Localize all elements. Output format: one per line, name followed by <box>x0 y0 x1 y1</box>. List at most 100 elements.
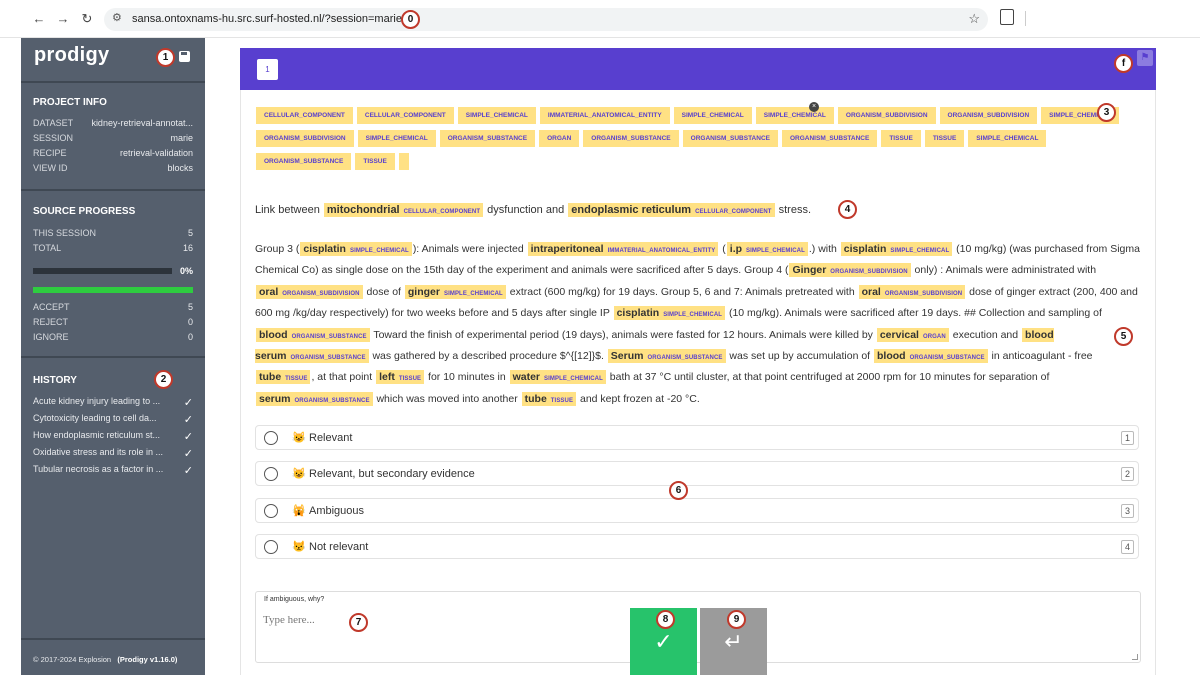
choice-relevant-secondary[interactable]: 😺 Relevant, but secondary evidence 2 <box>255 461 1139 486</box>
history-item[interactable]: Oxidative stress and its role in ... ✓ <box>33 447 193 462</box>
label-chip[interactable]: ORGANISM_SUBSTANCE <box>439 130 536 147</box>
prodigy-logo: prodigy <box>34 44 110 66</box>
label-chip[interactable]: TISSUE <box>881 130 921 147</box>
entity-label: ORGANISM_SUBSTANCE <box>294 397 370 404</box>
entity-span[interactable]: endoplasmic reticulum CELLULAR_COMPONENT <box>568 203 775 217</box>
entity-span[interactable]: blood ORGANISM_SUBSTANCE <box>256 327 370 342</box>
url-text[interactable]: sansa.ontoxnams-hu.src.surf-hosted.nl/?s… <box>132 13 402 25</box>
label-chip[interactable]: IMMATERIAL_ANATOMICAL_ENTITY <box>539 107 670 124</box>
label-chip[interactable]: TISSUE <box>355 153 395 170</box>
extensions-icon[interactable] <box>1000 9 1014 25</box>
entity-span[interactable]: i.p SIMPLE_CHEMICAL <box>726 242 808 256</box>
choice-relevant[interactable]: 😺 Relevant 1 <box>255 425 1139 450</box>
total-progress-percent: 0% <box>179 266 193 276</box>
row-value: 16 <box>182 243 193 253</box>
text-segment: dysfunction and <box>484 204 568 216</box>
address-bar[interactable]: ⚙ sansa.ontoxnams-hu.src.surf-hosted.nl/… <box>104 8 988 31</box>
ambiguous-reason-box: If ambiguous, why? <box>255 591 1141 663</box>
entity-span[interactable]: Serum ORGANISM_SUBSTANCE <box>607 349 726 364</box>
entity-label: ORGANISM_SUBSTANCE <box>909 355 985 362</box>
text-segment: Link between <box>255 204 323 216</box>
label-chip[interactable]: CELLULAR_COMPONENT <box>256 107 353 124</box>
radio-button[interactable] <box>264 504 278 518</box>
check-icon: ✓ <box>183 465 193 477</box>
entity-span[interactable]: blood ORGANISM_SUBSTANCE <box>874 349 988 364</box>
marker-f: f <box>1114 54 1133 73</box>
row-value: blocks <box>167 163 193 173</box>
radio-button[interactable] <box>264 467 278 481</box>
site-settings-icon[interactable]: ⚙ <box>112 11 122 24</box>
history-item[interactable]: Tubular necrosis as a factor in ... ✓ <box>33 464 193 479</box>
total-progress-bar <box>33 268 172 274</box>
entity-span[interactable]: Ginger ORGANISM_SUBDIVISION <box>789 263 911 278</box>
entity-span[interactable]: tube TISSUE <box>521 391 577 406</box>
label-chip[interactable]: ORGANISM_SUBSTANCE <box>583 130 679 147</box>
entity-text: ginger <box>407 285 440 298</box>
flag-icon[interactable]: ⚑ <box>1137 50 1153 66</box>
history-item[interactable]: Cytotoxicity leading to cell da... ✓ <box>33 413 193 428</box>
empty-label-chip[interactable] <box>398 153 409 170</box>
radio-button[interactable] <box>264 540 278 554</box>
save-icon[interactable] <box>179 51 190 62</box>
entity-span[interactable]: left TISSUE <box>376 370 425 385</box>
entity-text: cisplatin <box>843 243 887 255</box>
entity-span[interactable]: water SIMPLE_CHEMICAL <box>509 370 606 385</box>
label-chip[interactable]: SIMPLE_CHEMICAL <box>755 107 834 124</box>
label-chip[interactable]: SIMPLE_CHEMICAL <box>457 107 536 124</box>
label-chip[interactable]: SIMPLE_CHEMICAL <box>968 130 1047 147</box>
label-chip[interactable]: SIMPLE_CHEMICAL <box>357 130 436 147</box>
shortcut-key: 1 <box>1121 431 1134 445</box>
resize-handle-icon[interactable] <box>1132 654 1138 660</box>
entity-label: SIMPLE_CHEMICAL <box>443 290 503 297</box>
choice-ambiguous[interactable]: 🙀 Ambiguous 3 <box>255 498 1139 523</box>
entity-span[interactable]: cisplatin SIMPLE_CHEMICAL <box>613 306 726 321</box>
radio-button[interactable] <box>264 431 278 445</box>
entity-span[interactable]: ginger SIMPLE_CHEMICAL <box>404 284 506 299</box>
entity-span[interactable]: cervical ORGAN <box>876 327 949 342</box>
label-chip[interactable]: ORGANISM_SUBDIVISION <box>939 107 1038 124</box>
forward-arrow-icon[interactable]: → <box>54 10 72 28</box>
version-text[interactable]: (Prodigy v1.16.0) <box>117 655 177 664</box>
reload-icon[interactable]: ↻ <box>78 10 96 28</box>
label-chip[interactable]: ORGANISM_SUBDIVISION <box>837 107 936 124</box>
history-item[interactable]: Acute kidney injury leading to ... ✓ <box>33 396 193 411</box>
row-value: retrieval-validation <box>119 148 193 158</box>
entity-span[interactable]: intraperitoneal IMMATERIAL_ANATOMICAL_ENT… <box>527 242 719 256</box>
progress-row: THIS SESSION 5 <box>33 228 193 242</box>
entity-span[interactable]: tube TISSUE <box>256 370 311 385</box>
marker-1: 1 <box>156 48 175 67</box>
entity-label: ORGANISM_SUBSTANCE <box>291 333 367 340</box>
close-icon[interactable]: × <box>809 102 819 112</box>
shortcut-key: 4 <box>1121 540 1134 554</box>
label-chip[interactable]: TISSUE <box>924 130 965 147</box>
label-chip[interactable]: CELLULAR_COMPONENT <box>356 107 454 124</box>
document-title: Link between mitochondrial CELLULAR_COMPO… <box>255 203 811 217</box>
row-key: RECIPE <box>33 148 67 158</box>
bookmark-star-icon[interactable]: ☆ <box>968 11 980 27</box>
entity-span[interactable]: cisplatin SIMPLE_CHEMICAL <box>840 242 953 256</box>
label-chip[interactable]: ORGAN <box>539 130 580 147</box>
entity-span[interactable]: oral ORGANISM_SUBDIVISION <box>256 284 363 299</box>
textarea-label: If ambiguous, why? <box>264 596 325 603</box>
history-item[interactable]: How endoplasmic reticulum st... ✓ <box>33 430 193 445</box>
entity-span[interactable]: cisplatin SIMPLE_CHEMICAL <box>300 242 412 256</box>
history-item-text: Oxidative stress and its role in ... <box>33 447 164 457</box>
label-chip[interactable]: ORGANISM_SUBSTANCE <box>256 153 352 170</box>
label-chip[interactable]: ORGANISM_SUBSTANCE <box>781 130 878 147</box>
choice-label: Not relevant <box>309 541 369 553</box>
back-arrow-icon[interactable]: ← <box>30 10 48 28</box>
label-chip[interactable]: SIMPLE_CHEMICAL <box>673 107 752 124</box>
project-info-row: VIEW ID blocks <box>33 163 193 177</box>
entity-text: tube <box>259 371 282 384</box>
marker-7: 7 <box>349 613 368 632</box>
label-chip[interactable]: ORGANISM_SUBDIVISION <box>256 130 354 147</box>
marker-9: 9 <box>727 610 746 629</box>
entity-span[interactable]: oral ORGANISM_SUBDIVISION <box>858 284 966 299</box>
label-chip[interactable]: ORGANISM_SUBSTANCE <box>682 130 778 147</box>
choice-not-relevant[interactable]: 😾 Not relevant 4 <box>255 534 1139 559</box>
check-icon: ✓ <box>183 414 193 426</box>
sidebar: prodigy PROJECT INFO DATASET kidney-retri… <box>21 38 205 675</box>
entity-span[interactable]: mitochondrial CELLULAR_COMPONENT <box>323 203 484 217</box>
entity-text: water <box>512 371 541 384</box>
entity-span[interactable]: serum ORGANISM_SUBSTANCE <box>256 391 373 406</box>
